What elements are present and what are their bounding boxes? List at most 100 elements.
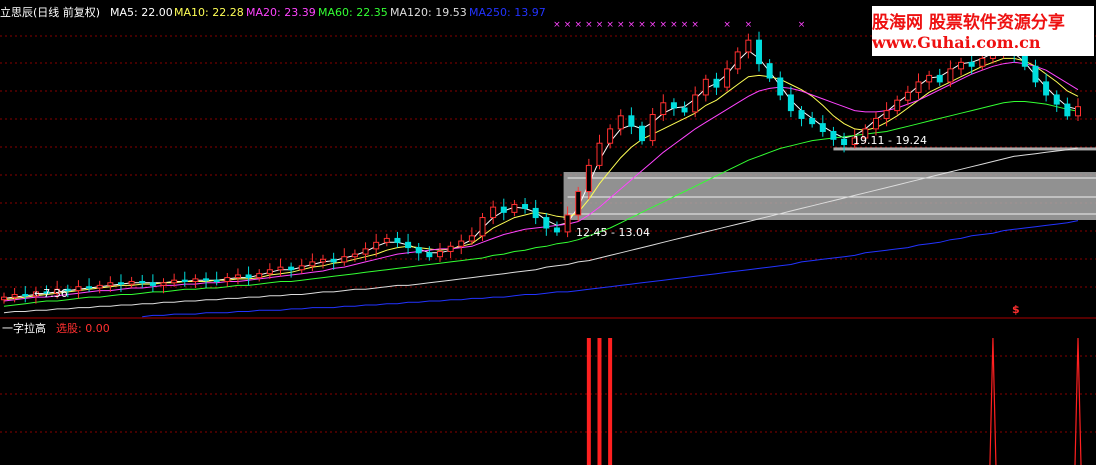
candle-body-47 [500, 206, 507, 213]
candle-body-41 [436, 250, 443, 258]
signal-spike-3 [989, 337, 997, 465]
ma60-label: MA60: 22.35 [318, 6, 388, 19]
zone-band-2 [833, 147, 1096, 151]
candle-body-16 [171, 279, 178, 284]
candle-body-57 [607, 128, 614, 144]
candle-body-21 [224, 277, 231, 282]
signal-marker-4: × [596, 20, 604, 30]
signal-marker-7: × [628, 20, 636, 30]
candle-body-67 [713, 78, 720, 88]
candle-body-24 [256, 273, 263, 279]
candle-body-51 [543, 217, 550, 229]
zone-range-label-1: 12.45 - 13.04 [576, 226, 650, 239]
candle-body-1 [11, 294, 18, 298]
dollar-marker: $ [1012, 303, 1020, 316]
candle-body-82 [872, 117, 879, 130]
ma5-label: MA5: 22.00 [110, 6, 173, 19]
ma120-label: MA120: 19.53 [390, 6, 467, 19]
candle-body-15 [160, 282, 167, 286]
candle-body-83 [883, 110, 890, 119]
signal-marker-0: × [553, 20, 561, 30]
candle-body-56 [596, 142, 603, 166]
candle-body-37 [394, 237, 401, 243]
candle-body-2 [22, 294, 29, 297]
candle-body-88 [936, 74, 943, 83]
stock-title: 立思辰(日线 前复权) [0, 6, 101, 19]
indicator-value: 选股: 0.00 [56, 322, 110, 335]
candle-body-0 [1, 296, 7, 301]
candle-body-11 [117, 282, 124, 285]
candle-body-63 [670, 102, 677, 109]
watermark-url: www.Guhai.com.cn [872, 33, 1041, 52]
watermark-title: 股海网 股票软件资源分享 [872, 13, 1065, 33]
signal-marker-2: × [574, 20, 582, 30]
ma250-label: MA250: 13.97 [469, 6, 546, 19]
price-zones [563, 147, 1096, 220]
candle-body-10 [107, 282, 114, 286]
candle-body-49 [522, 204, 529, 209]
candle-body-45 [479, 217, 486, 237]
candle-body-91 [968, 61, 975, 67]
signal-marker-1: × [564, 20, 572, 30]
signal-spike-4 [1074, 337, 1082, 465]
candle-body-60 [639, 125, 646, 142]
candle-body-44 [468, 235, 475, 242]
signal-marker-15: × [745, 20, 753, 30]
signal-marker-11: × [670, 20, 678, 30]
stock-chart: ××××××××××××××××××× [0, 20, 1096, 465]
candle-body-36 [383, 237, 390, 243]
signal-bar-0 [586, 338, 591, 465]
candle-body-78 [830, 130, 837, 140]
candle-body-9 [96, 284, 103, 289]
candle-body-70 [745, 39, 752, 53]
candle-body-30 [320, 258, 327, 263]
signal-marker-10: × [660, 20, 668, 30]
candle-body-52 [553, 227, 560, 233]
indicator-name: 一字拉高 [2, 322, 46, 335]
candle-body-84 [894, 99, 901, 112]
candle-body-75 [798, 110, 805, 119]
candle-body-86 [915, 81, 922, 93]
candle-body-31 [330, 258, 337, 263]
candle-body-74 [787, 94, 794, 112]
candle-body-33 [351, 253, 358, 258]
candle-body-79 [841, 138, 848, 146]
candle-body-58 [617, 115, 624, 130]
candle-body-92 [979, 57, 986, 67]
candle-body-12 [128, 280, 135, 285]
candle-body-65 [692, 94, 699, 113]
candle-body-100 [1064, 103, 1071, 117]
candle-body-76 [809, 117, 816, 125]
candle-body-8 [86, 286, 93, 289]
candle-body-98 [1043, 81, 1050, 96]
candle-body-32 [341, 256, 348, 263]
candle-body-73 [777, 77, 784, 96]
signal-marker-16: × [798, 20, 806, 30]
low-price-label: ←7.36 [34, 287, 68, 300]
candle-body-43 [458, 240, 465, 247]
candlesticks [1, 31, 1081, 304]
candle-body-50 [532, 207, 539, 219]
candle-body-20 [213, 279, 220, 282]
candle-body-26 [277, 266, 284, 271]
signal-marker-5: × [606, 20, 614, 30]
candle-body-17 [181, 279, 188, 282]
candle-body-55 [585, 164, 592, 192]
candle-body-101 [1075, 106, 1081, 117]
candle-body-99 [1053, 94, 1060, 105]
signal-marker-13: × [691, 20, 699, 30]
watermark-logo: 股海网 股票软件资源分享 www.Guhai.com.cn [872, 6, 1094, 56]
candle-body-34 [362, 248, 369, 255]
candle-body-59 [628, 115, 635, 127]
candle-body-19 [203, 278, 210, 281]
candle-body-35 [373, 241, 380, 250]
candle-body-61 [649, 114, 656, 142]
candle-body-28 [298, 265, 305, 271]
candle-body-22 [234, 274, 241, 279]
zone-band-1 [563, 172, 1096, 220]
candle-body-39 [415, 247, 422, 254]
signal-bar-2 [608, 338, 613, 465]
ma20-label: MA20: 23.39 [246, 6, 316, 19]
signal-marker-3: × [585, 20, 593, 30]
signal-bar-1 [597, 338, 602, 465]
